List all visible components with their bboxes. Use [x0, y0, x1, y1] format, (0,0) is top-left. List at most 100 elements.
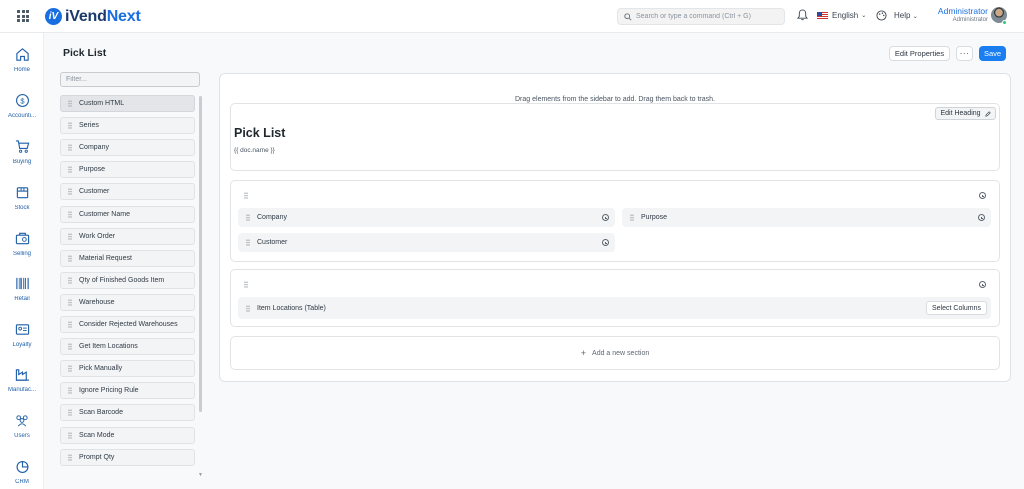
sidebar-item-manufacturing[interactable]: Manufac... [0, 367, 44, 393]
form-heading-subtitle: {{ doc.name }} [234, 147, 275, 154]
field-palette-item[interactable]: Consider Rejected Warehouses [60, 316, 195, 333]
field-palette-item[interactable]: Purpose [60, 161, 195, 179]
field-palette-item[interactable]: Work Order [60, 227, 195, 245]
sidebar-item-retail[interactable]: Retail [0, 276, 44, 302]
more-options-button[interactable]: ··· [956, 46, 973, 61]
drag-handle-icon[interactable] [61, 365, 79, 373]
drag-handle-icon[interactable] [61, 254, 79, 262]
drag-handle-icon[interactable] [61, 210, 79, 218]
field-palette-item[interactable]: Pick Manually [60, 360, 195, 378]
theme-palette-icon[interactable] [876, 10, 887, 23]
app-logo[interactable]: iV iVendNext [45, 7, 141, 26]
notification-bell-icon[interactable] [797, 9, 808, 23]
field-palette-label: Company [79, 144, 109, 152]
sidebar-item-home[interactable]: Home [0, 47, 44, 73]
field-settings-icon[interactable] [978, 214, 985, 221]
field-palette-item[interactable]: Scan Barcode [60, 404, 195, 422]
drag-handle-icon[interactable] [61, 122, 79, 130]
drag-handle-icon[interactable] [238, 214, 257, 221]
drag-handle-icon[interactable] [61, 276, 79, 284]
pie-chart-icon [15, 460, 29, 473]
field-palette-item[interactable]: Custom HTML [60, 95, 195, 112]
field-palette-label: Customer Name [79, 210, 130, 218]
form-field-company[interactable]: Company [238, 208, 615, 227]
field-palette-label: Get Item Locations [79, 343, 138, 351]
section-drag-handle-icon[interactable] [244, 192, 248, 199]
scroll-down-arrow-icon[interactable]: ▼ [198, 472, 203, 478]
users-icon [16, 415, 28, 427]
drag-hint-text: Drag elements from the sidebar to add. D… [515, 96, 715, 103]
sidebar-item-crm[interactable]: CRM [0, 459, 44, 485]
drag-handle-icon[interactable] [61, 298, 79, 306]
sidebar-item-label: Selling [12, 251, 31, 257]
loyalty-card-icon [15, 324, 29, 335]
pencil-icon [984, 110, 991, 117]
edit-heading-button[interactable]: Edit Heading [935, 107, 996, 120]
drag-handle-icon[interactable] [61, 144, 79, 152]
form-field-item-locations[interactable]: Item Locations (Table) [238, 297, 991, 319]
form-field-label: Item Locations (Table) [257, 304, 326, 312]
sidebar-item-loyalty[interactable]: Loyalty [0, 322, 44, 348]
sidebar-item-stock[interactable]: Stock [0, 185, 44, 211]
help-menu[interactable]: Help ⌄ [894, 11, 918, 20]
search-bar[interactable] [617, 8, 785, 25]
user-info[interactable]: Administrator Administrator [931, 6, 988, 24]
drag-handle-icon[interactable] [61, 321, 79, 328]
sidebar-item-users[interactable]: Users [0, 413, 44, 439]
field-filter-input[interactable] [60, 72, 200, 87]
field-palette-label: Customer [79, 188, 110, 196]
section-drag-handle-icon[interactable] [244, 281, 248, 288]
field-palette-item[interactable]: Material Request [60, 249, 195, 267]
drag-handle-icon[interactable] [61, 166, 79, 174]
drag-handle-icon[interactable] [61, 387, 79, 395]
field-palette-item[interactable]: Warehouse [60, 293, 195, 311]
add-column-icon[interactable] [979, 281, 986, 288]
add-section-button[interactable]: + Add a new section [230, 336, 1000, 370]
sidebar-item-label: Buying [12, 159, 32, 165]
edit-properties-button[interactable]: Edit Properties [889, 46, 950, 61]
field-palette-item[interactable]: Prompt Qty [60, 448, 195, 466]
drag-handle-icon[interactable] [238, 304, 257, 312]
sidebar-item-label: Accounti... [7, 113, 36, 119]
field-palette-item[interactable]: Scan Mode [60, 426, 195, 444]
select-columns-button[interactable]: Select Columns [926, 301, 987, 315]
field-palette-item[interactable]: Ignore Pricing Rule [60, 382, 195, 400]
sidebar-item-accounting[interactable]: $ Accounti... [0, 93, 44, 119]
drag-handle-icon[interactable] [622, 214, 641, 221]
field-palette-item[interactable]: Get Item Locations [60, 338, 195, 356]
form-field-purpose[interactable]: Purpose [622, 208, 991, 227]
form-heading-card[interactable] [230, 103, 1000, 171]
module-sidebar: Home $ Accounti... Buying Stock Selling … [0, 33, 44, 489]
field-palette-label: Prompt Qty [79, 453, 115, 461]
app-grid-icon[interactable] [17, 10, 29, 22]
language-label: English [832, 11, 859, 20]
drag-handle-icon[interactable] [238, 239, 257, 246]
form-field-customer[interactable]: Customer [238, 233, 615, 252]
field-palette-item[interactable]: Customer [60, 183, 195, 201]
save-button[interactable]: Save [979, 46, 1006, 61]
drag-handle-icon[interactable] [61, 188, 79, 196]
field-palette-item[interactable]: Customer Name [60, 205, 195, 223]
field-settings-icon[interactable] [602, 239, 609, 246]
sidebar-item-label: Users [14, 433, 30, 439]
field-list-scrollbar[interactable] [199, 96, 202, 412]
drag-handle-icon[interactable] [61, 409, 79, 417]
field-palette-item[interactable]: Company [60, 139, 195, 157]
field-palette-item[interactable]: Qty of Finished Goods Item [60, 271, 195, 289]
field-settings-icon[interactable] [602, 214, 609, 221]
drag-handle-icon[interactable] [61, 453, 79, 461]
add-column-icon[interactable] [979, 192, 986, 199]
drag-handle-icon[interactable] [61, 232, 79, 240]
sidebar-item-selling[interactable]: Selling [0, 231, 44, 257]
drag-handle-icon[interactable] [61, 100, 79, 107]
factory-icon [15, 369, 29, 381]
search-icon [624, 12, 632, 21]
sidebar-item-buying[interactable]: Buying [0, 139, 44, 165]
field-palette-label: Series [79, 122, 99, 130]
language-selector[interactable]: English ⌄ [817, 11, 866, 20]
search-input[interactable] [636, 13, 776, 20]
drag-handle-icon[interactable] [61, 343, 79, 351]
field-palette-item[interactable]: Series [60, 117, 195, 135]
drag-handle-icon[interactable] [61, 431, 79, 439]
sidebar-item-label: Loyalty [12, 342, 32, 348]
